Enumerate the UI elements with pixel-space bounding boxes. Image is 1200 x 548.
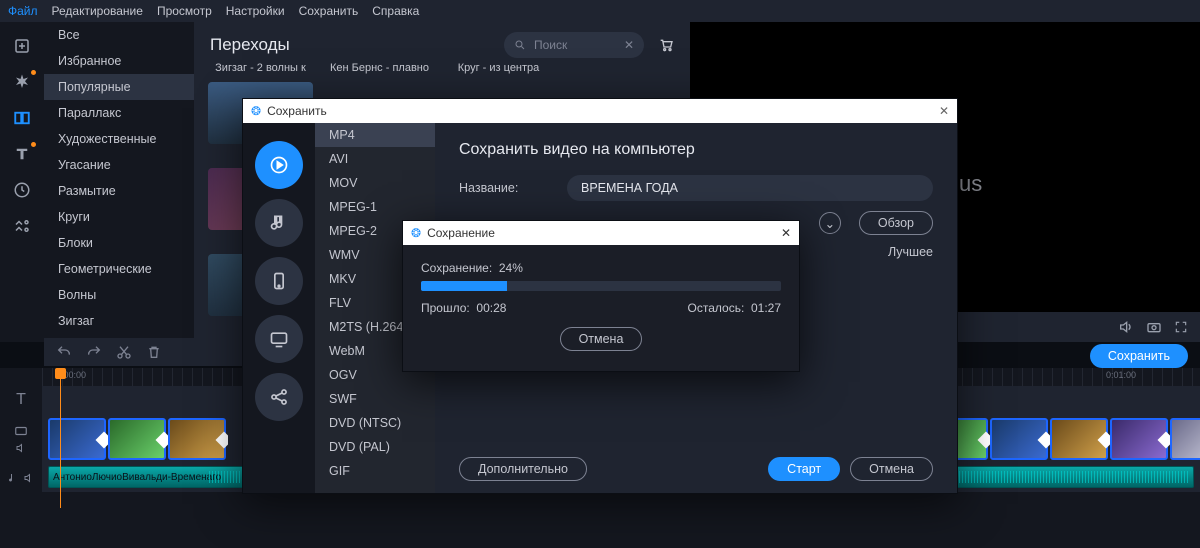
cart-icon[interactable] (658, 37, 674, 53)
name-label: Название: (459, 181, 549, 195)
title-track-gutter[interactable]: T (0, 386, 42, 414)
elapsed-value: 00:28 (476, 301, 506, 315)
format-item[interactable]: SWF (315, 387, 435, 411)
sidebar-item[interactable]: Параллакс (44, 100, 194, 126)
save-dialog-titlebar[interactable]: ❂ Сохранить ✕ (243, 99, 957, 123)
progress-titlebar[interactable]: ❂ Сохранение ✕ (403, 221, 799, 245)
tool-titles[interactable] (6, 138, 38, 170)
tool-more[interactable] (6, 210, 38, 242)
sidebar-item[interactable]: Угасание (44, 152, 194, 178)
tool-transitions[interactable] (6, 102, 38, 134)
quality-value: Лучшее (888, 245, 933, 259)
redo-icon[interactable] (86, 344, 102, 360)
progress-bar (421, 281, 781, 291)
fullscreen-icon[interactable] (1174, 320, 1188, 334)
tool-rail (0, 22, 44, 342)
sidebar-item[interactable]: Геометрические (44, 256, 194, 282)
format-item[interactable]: DVD (NTSC) (315, 411, 435, 435)
cancel-button[interactable]: Отмена (850, 457, 933, 481)
sidebar-item[interactable]: Круги (44, 204, 194, 230)
menu-bar: Файл Редактирование Просмотр Настройки С… (0, 0, 1200, 22)
cut-icon[interactable] (116, 344, 132, 360)
audio-track-gutter[interactable] (0, 464, 42, 492)
volume-icon[interactable] (1118, 319, 1134, 335)
video-clip[interactable] (168, 418, 226, 460)
transition-category-list: Все Избранное Популярные Параллакс Худож… (44, 22, 194, 342)
video-clip[interactable] (48, 418, 106, 460)
menu-edit[interactable]: Редактирование (52, 4, 143, 18)
start-button[interactable]: Старт (768, 457, 840, 481)
progress-percent: 24% (499, 261, 523, 275)
sidebar-item[interactable]: Размытие (44, 178, 194, 204)
app-icon: ❂ (251, 104, 261, 118)
panel-title: Переходы (210, 35, 290, 55)
close-icon[interactable]: ✕ (781, 226, 791, 240)
video-clip[interactable] (1110, 418, 1168, 460)
format-item[interactable]: MP4 (315, 123, 435, 147)
video-clip[interactable] (1170, 418, 1200, 460)
thumb-caption: Кен Бернс - плавно (327, 62, 432, 74)
browse-button[interactable]: Обзор (859, 211, 933, 235)
format-item[interactable]: DVD (PAL) (315, 435, 435, 459)
advanced-button[interactable]: Дополнительно (459, 457, 587, 481)
remaining-label: Осталось: (688, 301, 745, 315)
snapshot-icon[interactable] (1146, 319, 1162, 335)
close-icon[interactable]: ✕ (939, 104, 949, 118)
app-icon: ❂ (411, 226, 421, 240)
progress-window-title: Сохранение (427, 226, 495, 240)
save-button[interactable]: Сохранить (1090, 344, 1188, 368)
export-heading: Сохранить видео на компьютер (459, 141, 933, 159)
format-item[interactable]: MPEG-1 (315, 195, 435, 219)
video-clip[interactable] (1050, 418, 1108, 460)
thumb-caption: Зигзаг - 2 волны к (208, 62, 313, 74)
remaining-value: 01:27 (751, 301, 781, 315)
sidebar-item[interactable]: Популярные (44, 74, 194, 100)
video-clip[interactable] (108, 418, 166, 460)
export-device-icon[interactable] (255, 257, 303, 305)
export-tv-icon[interactable] (255, 315, 303, 363)
menu-save[interactable]: Сохранить (299, 4, 359, 18)
search-input[interactable]: Поиск ✕ (504, 32, 644, 58)
progress-dialog: ❂ Сохранение ✕ Сохранение: 24% Прошло: 0… (402, 220, 800, 372)
clear-icon[interactable]: ✕ (624, 38, 634, 52)
export-share-icon[interactable] (255, 373, 303, 421)
progress-fill (421, 281, 507, 291)
menu-file[interactable]: Файл (8, 4, 38, 18)
menu-settings[interactable]: Настройки (226, 4, 285, 18)
menu-help[interactable]: Справка (372, 4, 419, 18)
delete-icon[interactable] (146, 344, 162, 360)
format-item[interactable]: GIF (315, 459, 435, 483)
sidebar-item[interactable]: Зигзаг (44, 308, 194, 334)
format-item[interactable]: AVI (315, 147, 435, 171)
search-icon (514, 39, 526, 51)
sidebar-item[interactable]: Художественные (44, 126, 194, 152)
sidebar-item[interactable]: Избранное (44, 48, 194, 74)
export-audio-icon[interactable] (255, 199, 303, 247)
playhead[interactable] (60, 368, 61, 508)
sidebar-item[interactable]: Блоки (44, 230, 194, 256)
video-track-gutter[interactable] (0, 414, 42, 464)
tool-stickers[interactable] (6, 174, 38, 206)
name-input[interactable]: ВРЕМЕНА ГОДА (567, 175, 933, 201)
chevron-down-icon[interactable]: ⌄ (819, 212, 841, 234)
thumb-caption: Круг - из центра (446, 62, 551, 74)
tool-import[interactable] (6, 30, 38, 62)
undo-icon[interactable] (56, 344, 72, 360)
format-item[interactable]: MOV (315, 171, 435, 195)
search-placeholder: Поиск (534, 38, 567, 52)
cancel-button[interactable]: Отмена (560, 327, 643, 351)
progress-status-label: Сохранение: (421, 261, 492, 275)
export-video-icon[interactable] (255, 141, 303, 189)
video-clip[interactable] (990, 418, 1048, 460)
sidebar-item[interactable]: Волны (44, 282, 194, 308)
sidebar-item[interactable]: Все (44, 22, 194, 48)
export-category-rail (243, 123, 315, 493)
save-dialog-title: Сохранить (267, 104, 327, 118)
elapsed-label: Прошло: (421, 301, 470, 315)
menu-view[interactable]: Просмотр (157, 4, 212, 18)
tool-filters[interactable] (6, 66, 38, 98)
